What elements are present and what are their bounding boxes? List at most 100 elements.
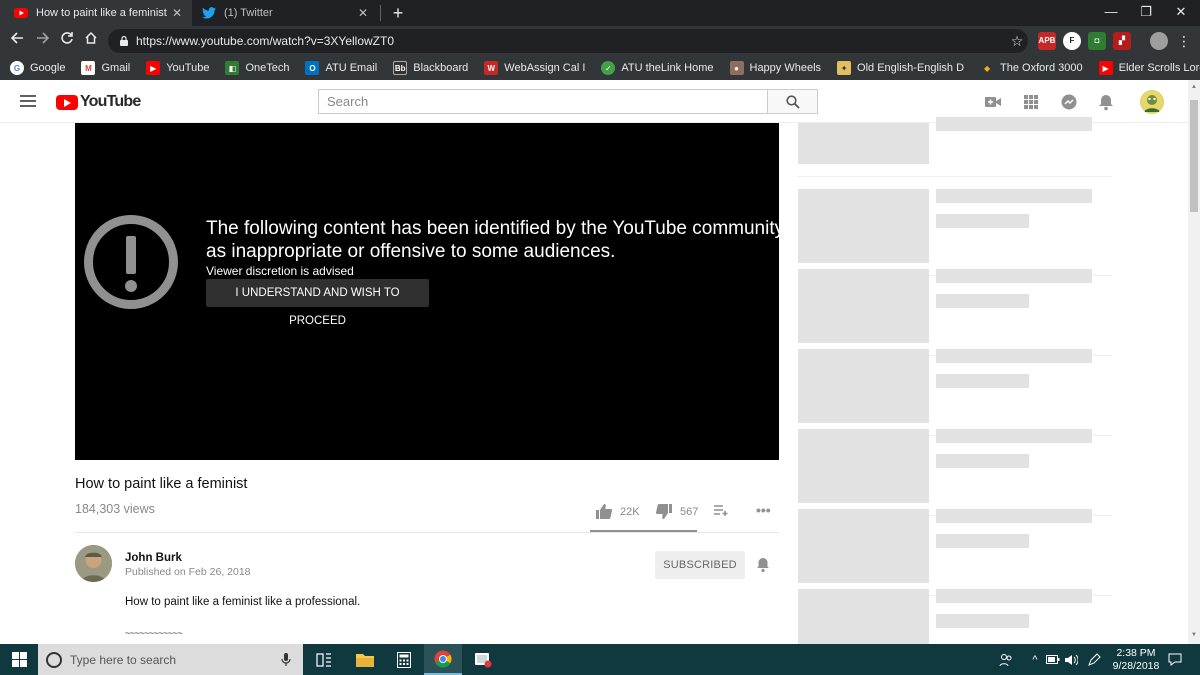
apps-grid-icon[interactable] [1022, 93, 1040, 111]
bookmark-star-icon[interactable]: ☆ [1006, 33, 1028, 50]
warning-heading-line: as inappropriate or offensive to some au… [206, 241, 616, 262]
close-window-button[interactable]: ✕ [1162, 0, 1200, 26]
hamburger-menu-icon[interactable] [20, 95, 36, 107]
chrome-menu-icon[interactable]: ⋮ [1173, 30, 1195, 52]
scroll-up-icon[interactable]: ▲ [1191, 84, 1197, 90]
bookmark-youtube[interactable]: ▶ YouTube [146, 61, 209, 75]
snip-tool-button[interactable] [464, 644, 502, 675]
notification-bell-icon[interactable] [755, 557, 771, 573]
new-tab-button[interactable]: + [388, 2, 408, 24]
skeleton-title-line [936, 509, 1092, 523]
video-player[interactable]: The following content has been identifie… [75, 123, 779, 460]
search-bar [318, 89, 818, 114]
file-explorer-button[interactable] [346, 644, 384, 675]
account-avatar[interactable] [1140, 90, 1164, 114]
bookmark-webassign[interactable]: W WebAssign Cal I [484, 61, 585, 75]
url-text[interactable]: https://www.youtube.com/watch?v=3XYellow… [136, 34, 1006, 48]
add-to-playlist-button[interactable] [714, 504, 737, 516]
view-count: 184,303 views [75, 502, 155, 516]
lock-icon [120, 35, 128, 46]
pen-workspace-icon[interactable] [1084, 644, 1104, 675]
tab-youtube[interactable]: How to paint like a feminist - You ✕ [0, 0, 192, 26]
skeleton-title-line [936, 589, 1092, 603]
notifications-bell-icon[interactable] [1097, 93, 1115, 111]
dislike-button[interactable]: 567 [656, 504, 698, 519]
bookmark-old-english[interactable]: ✦ Old English-English D [837, 61, 964, 75]
task-view-button[interactable] [305, 644, 343, 675]
channel-avatar[interactable] [75, 545, 112, 582]
start-button[interactable] [0, 644, 38, 675]
thumbs-down-icon [656, 504, 672, 519]
battery-icon[interactable] [1044, 644, 1062, 675]
bookmark-atu-thelink[interactable]: ✓ ATU theLink Home [601, 61, 714, 75]
bookmark-oxford-3000[interactable]: ◆ The Oxford 3000 [980, 61, 1083, 75]
page-scrollbar[interactable]: ▲ ▼ [1188, 80, 1200, 644]
taskbar-clock[interactable]: 2:38 PM 9/28/2018 [1108, 647, 1164, 673]
home-button[interactable] [80, 30, 102, 52]
bookmark-label: ATU Email [325, 62, 378, 74]
skeleton-thumbnail [798, 349, 929, 423]
bookmark-blackboard[interactable]: Bb Blackboard [393, 61, 468, 75]
bookmark-label: WebAssign Cal I [504, 62, 586, 74]
like-button[interactable]: 22K [596, 504, 640, 519]
home-icon [85, 31, 97, 44]
back-button[interactable] [6, 30, 28, 52]
calculator-button[interactable] [385, 644, 423, 675]
bookmark-elder-scrolls[interactable]: ▶ Elder Scrolls Lore: Ch [1098, 61, 1200, 75]
volume-icon[interactable] [1062, 644, 1080, 675]
search-input[interactable] [318, 89, 767, 114]
bookmark-onetech[interactable]: ◧ OneTech [225, 61, 289, 75]
show-hidden-icons-chevron-icon[interactable]: ^ [1026, 644, 1044, 675]
tab-twitter[interactable]: (1) Twitter ✕ [192, 0, 378, 26]
skeleton-meta-line [936, 614, 1029, 628]
extension-red-icon[interactable]: ▞ [1113, 32, 1131, 50]
forward-arrow-icon [37, 32, 50, 44]
windows-logo-icon [11, 652, 27, 667]
bookmark-gmail[interactable]: M Gmail [81, 61, 130, 75]
add-to-playlist-icon [714, 505, 728, 516]
blackboard-icon: Bb [393, 61, 408, 75]
skeleton-meta-line [936, 294, 1029, 308]
webassign-icon: W [484, 61, 499, 75]
more-actions-icon[interactable]: ••• [756, 502, 771, 518]
bookmark-atu-email[interactable]: O ATU Email [305, 61, 377, 75]
people-icon[interactable] [995, 644, 1017, 675]
profile-avatar-icon[interactable] [1150, 32, 1168, 50]
taskbar-search-box[interactable]: Type here to search [38, 644, 303, 675]
bookmark-google[interactable]: G Google [10, 61, 65, 75]
extension-shield-icon[interactable]: ◘ [1088, 32, 1106, 50]
task-view-icon [316, 652, 331, 667]
extension-f-icon[interactable]: F [1063, 32, 1081, 50]
happywheels-icon: ● [729, 61, 744, 75]
twitter-favicon-icon [202, 6, 216, 20]
skeleton-title-line [936, 349, 1092, 363]
tab-close-icon[interactable]: ✕ [356, 6, 370, 20]
chrome-icon [434, 650, 452, 668]
minimize-button[interactable]: — [1092, 0, 1130, 26]
channel-name[interactable]: John Burk [125, 552, 182, 564]
youtube-logo[interactable]: YouTube [56, 93, 141, 111]
upload-video-icon[interactable] [984, 93, 1002, 111]
restore-button[interactable]: ❐ [1127, 0, 1165, 26]
exclamation-warning-icon [84, 215, 178, 309]
scrollbar-thumb[interactable] [1190, 100, 1198, 212]
skeleton-thumbnail [798, 123, 929, 164]
skeleton-title-line [936, 269, 1092, 283]
proceed-button[interactable]: I UNDERSTAND AND WISH TO PROCEED [206, 279, 429, 327]
microphone-icon[interactable] [281, 652, 291, 667]
scroll-down-icon[interactable]: ▼ [1191, 632, 1197, 638]
action-center-icon[interactable] [1164, 644, 1186, 675]
search-button[interactable] [767, 89, 818, 114]
back-arrow-icon [10, 32, 23, 44]
messages-icon[interactable] [1060, 93, 1078, 111]
video-actions: 22K 567 ••• [590, 500, 780, 532]
address-bar[interactable]: https://www.youtube.com/watch?v=3XYellow… [108, 29, 1028, 53]
forward-button[interactable] [32, 30, 54, 52]
subscribed-button[interactable]: SUBSCRIBED [655, 551, 745, 579]
reload-button[interactable] [56, 30, 78, 52]
bookmark-happy-wheels[interactable]: ● Happy Wheels [729, 61, 821, 75]
tab-close-icon[interactable]: ✕ [170, 6, 184, 20]
chrome-taskbar-button[interactable] [424, 644, 462, 675]
youtube-wordmark: YouTube [80, 93, 141, 110]
extension-apb-icon[interactable]: APB [1038, 32, 1056, 50]
